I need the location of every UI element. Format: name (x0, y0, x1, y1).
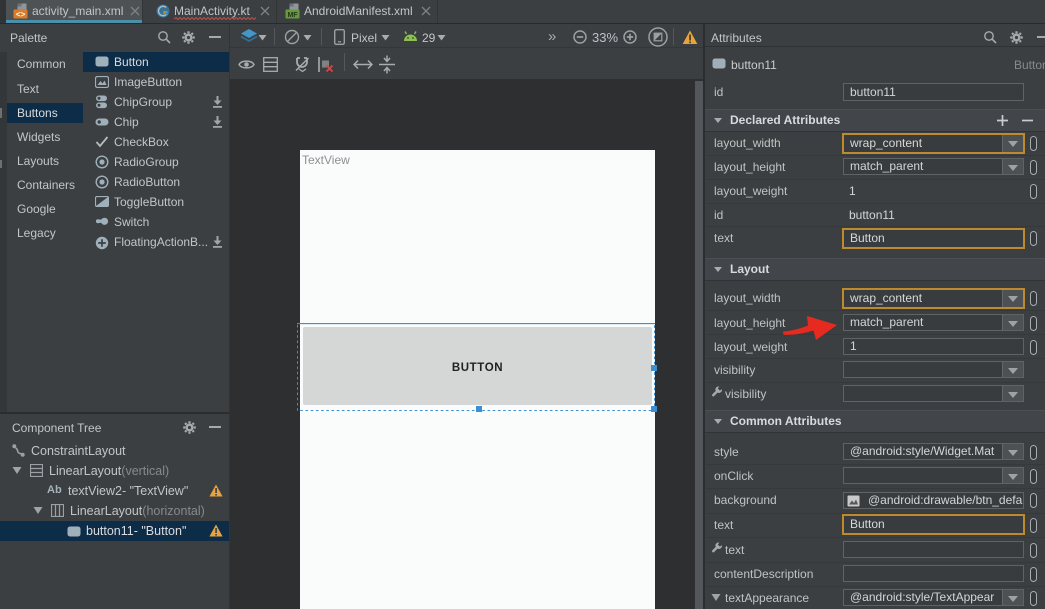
svg-text:<>: <> (16, 10, 26, 19)
svg-text:MF: MF (287, 12, 298, 19)
